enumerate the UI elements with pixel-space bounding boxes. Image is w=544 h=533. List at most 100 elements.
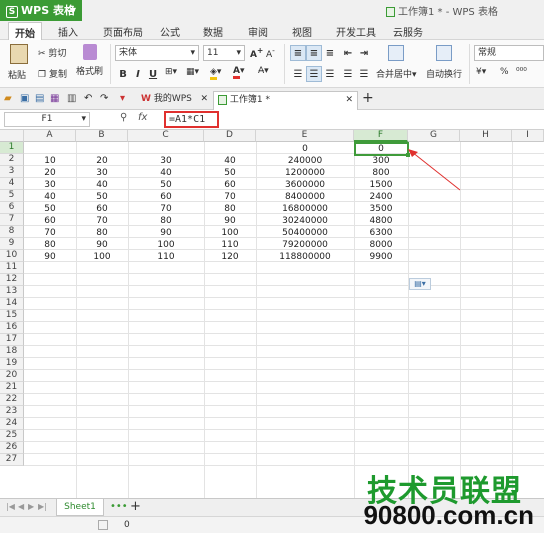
row-header[interactable]: 18 [0,346,24,358]
cell[interactable]: 6300 [354,227,408,239]
insert-function-button[interactable]: fx [138,112,147,123]
cell[interactable]: 3500 [354,203,408,215]
zoom-search-icon[interactable]: ⚲ [120,112,127,123]
row-header[interactable]: 13 [0,286,24,298]
cell[interactable]: 50 [24,203,76,215]
cell[interactable]: 70 [128,203,204,215]
row-header[interactable]: 26 [0,442,24,454]
bold-button[interactable]: B [115,66,131,82]
cell[interactable]: 1200000 [256,167,354,179]
cell[interactable]: 110 [204,239,256,251]
merge-center-button[interactable]: 合并居中▾ [376,45,417,80]
cell[interactable]: 40 [128,167,204,179]
row-header[interactable]: 23 [0,406,24,418]
tab-my-wps[interactable]: W 我的WPS ✕ [137,91,211,110]
tab-insert[interactable]: 插入 [58,24,78,39]
column-header-g[interactable]: G [408,130,460,142]
print-preview-icon[interactable]: ▤ [35,93,44,104]
new-tab-button[interactable]: + [362,90,374,106]
print-icon[interactable]: ▦ [50,93,59,104]
cell[interactable]: 50400000 [256,227,354,239]
redo-icon[interactable]: ↷ [100,93,108,104]
align-top-button[interactable]: ≡ [290,45,306,61]
cell[interactable]: 118800000 [256,251,354,263]
cell[interactable]: 80 [128,215,204,227]
column-header-c[interactable]: C [128,130,204,142]
open-folder-icon[interactable]: ▰ [4,93,12,104]
tab-data[interactable]: 数据 [203,24,223,39]
align-right-button[interactable]: ☰ [322,66,338,82]
save-icon[interactable]: ▣ [20,93,29,104]
align-bottom-button[interactable]: ≡ [322,45,338,61]
font-color-button[interactable]: A▾ [233,66,245,79]
row-header[interactable]: 4 [0,178,24,190]
tab-cloud[interactable]: 云服务 [393,24,423,39]
tab-view[interactable]: 视图 [292,24,312,39]
cell[interactable]: 90 [204,215,256,227]
row-header[interactable]: 3 [0,166,24,178]
row-header[interactable]: 14 [0,298,24,310]
export-pdf-icon[interactable]: ▥ [67,93,76,104]
font-shrink-button[interactable]: A- [266,46,275,60]
row-header[interactable]: 20 [0,370,24,382]
column-header-e[interactable]: E [256,130,354,142]
row-header[interactable]: 12 [0,274,24,286]
row-header[interactable]: 5 [0,190,24,202]
cell[interactable]: 20 [24,167,76,179]
cell[interactable]: 60 [204,179,256,191]
cell[interactable]: 79200000 [256,239,354,251]
number-format-select[interactable]: 常规 [474,45,544,61]
cell[interactable]: 70 [204,191,256,203]
cut-button[interactable]: ✂ 剪切 [38,46,66,59]
currency-button[interactable]: ¥▾ [476,67,486,77]
cell[interactable]: 30 [76,167,128,179]
italic-button[interactable]: I [130,66,146,82]
font-grow-button[interactable]: A+ [250,46,263,60]
cell[interactable]: 40 [76,179,128,191]
row-header[interactable]: 19 [0,358,24,370]
formula-input[interactable]: =A1*C1 [164,111,219,128]
row-header[interactable]: 6 [0,202,24,214]
merge-cells-button[interactable]: ▦▾ [186,67,199,77]
copy-button[interactable]: ❐ 复制 [38,67,67,80]
row-header[interactable]: 2 [0,154,24,166]
cell[interactable]: 90 [128,227,204,239]
more-dropdown-icon[interactable]: ▾ [120,93,125,104]
cell[interactable]: 110 [128,251,204,263]
cell[interactable]: 9900 [354,251,408,263]
cell[interactable]: 50 [204,167,256,179]
tab-formulas[interactable]: 公式 [160,24,180,39]
column-header-i[interactable]: I [512,130,544,142]
column-header-a[interactable]: A [24,130,76,142]
undo-icon[interactable]: ↶ [84,93,92,104]
cell[interactable]: 30240000 [256,215,354,227]
underline-button[interactable]: U [145,66,161,82]
row-header[interactable]: 9 [0,238,24,250]
cell[interactable]: 100 [128,239,204,251]
cell[interactable]: 80 [76,227,128,239]
row-header[interactable]: 25 [0,430,24,442]
cell[interactable]: 20 [76,155,128,167]
row-header[interactable]: 17 [0,334,24,346]
cell[interactable]: 3600000 [256,179,354,191]
indent-increase-button[interactable]: ⇥ [356,45,372,61]
tab-developer[interactable]: 开发工具 [336,24,376,39]
close-icon[interactable]: ✕ [200,91,208,108]
cell[interactable]: 10 [24,155,76,167]
tab-home[interactable]: 开始 [8,22,42,41]
indent-decrease-button[interactable]: ⇤ [340,45,356,61]
add-sheet-button[interactable]: + [130,499,141,514]
tab-page-layout[interactable]: 页面布局 [103,24,143,39]
cell[interactable]: 90 [24,251,76,263]
row-header[interactable]: 16 [0,322,24,334]
clear-format-button[interactable]: A̶▾ [258,66,269,76]
cell[interactable]: 50 [76,191,128,203]
font-name-select[interactable]: 宋体 ▾ [115,45,199,61]
font-size-select[interactable]: 11 ▾ [203,45,245,61]
row-header[interactable]: 11 [0,262,24,274]
column-header-f[interactable]: F [354,130,408,142]
paste-button[interactable]: 粘贴 [8,44,28,81]
cell[interactable]: 80 [204,203,256,215]
cell[interactable]: 60 [128,191,204,203]
cell[interactable]: 60 [24,215,76,227]
